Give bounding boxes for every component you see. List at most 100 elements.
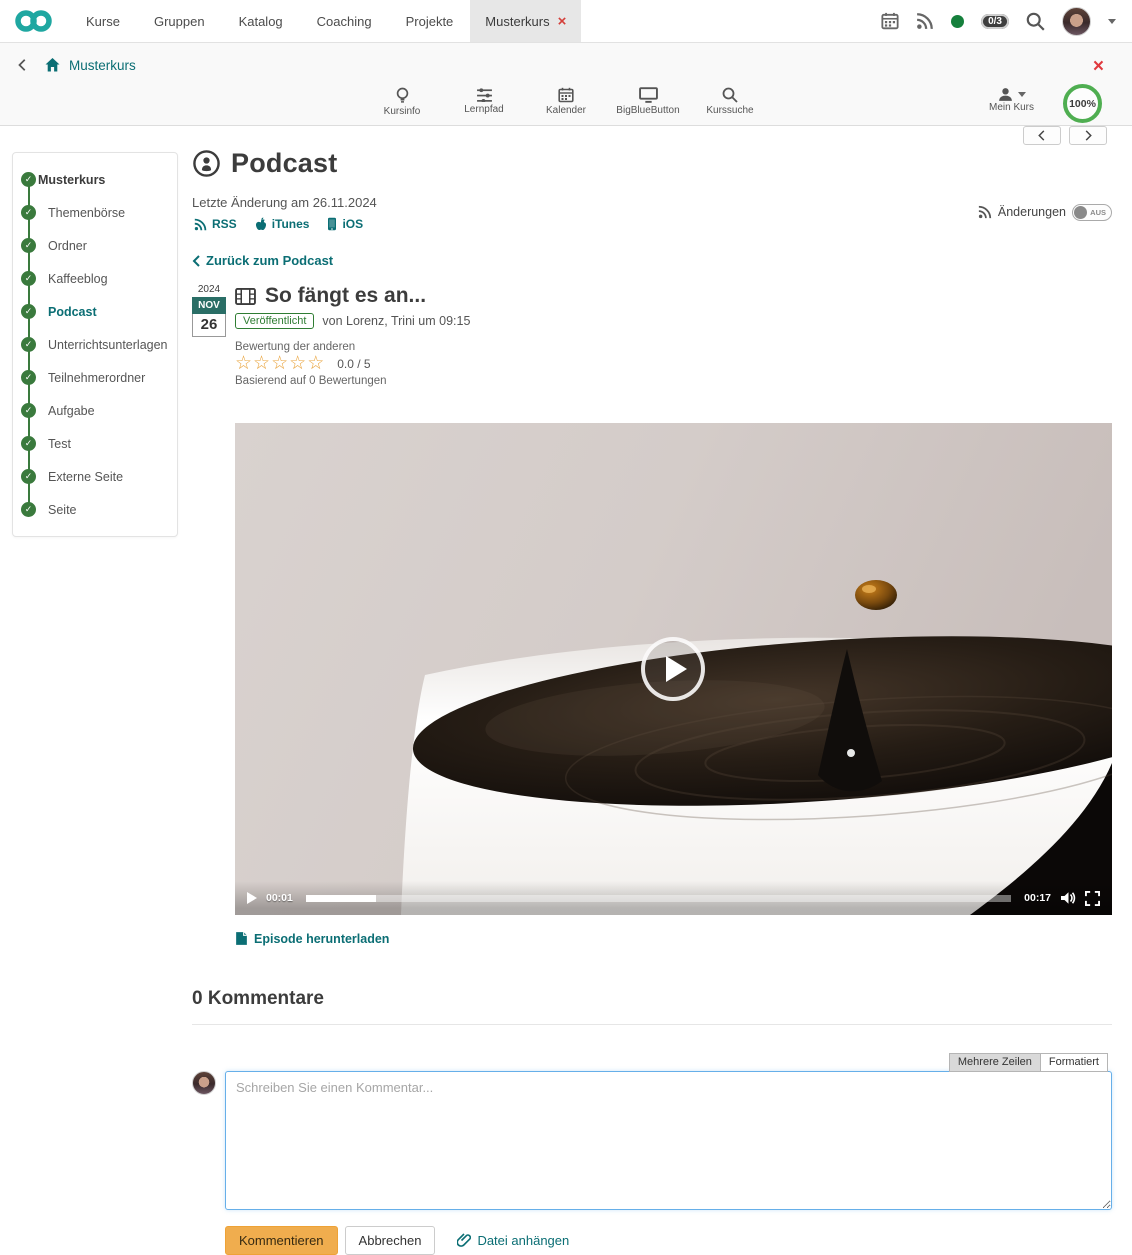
sidebar-item-musterkurs[interactable]: ✓Musterkurs (13, 163, 171, 196)
attach-file-link[interactable]: Datei anhängen (457, 1233, 569, 1248)
tool-label: Kursinfo (384, 106, 421, 117)
user-avatar[interactable] (1062, 7, 1091, 36)
close-course-icon[interactable]: × (1093, 57, 1104, 76)
rss-icon[interactable] (916, 12, 934, 30)
play-button[interactable] (247, 892, 257, 904)
feed-link-ios[interactable]: iOS (327, 217, 363, 231)
back-to-podcast-link[interactable]: Zurück zum Podcast (192, 253, 1112, 268)
nav-item-projekte[interactable]: Projekte (389, 0, 471, 42)
comment-tab-formatiert[interactable]: Formatiert (1040, 1053, 1108, 1072)
sidebar-item-themenb-rse[interactable]: ✓Themenbörse (13, 196, 171, 229)
tool-kalender[interactable]: Kalender (525, 87, 607, 117)
sidebar-item-unterrichtsunterlagen[interactable]: ✓Unterrichtsunterlagen (13, 328, 171, 361)
topnav-right-group: 0/3 (881, 0, 1132, 42)
sidebar-item-label: Themenbörse (48, 206, 125, 220)
tab-musterkurs[interactable]: Musterkurs × (470, 0, 581, 42)
feed-link-itunes[interactable]: iTunes (255, 217, 310, 231)
next-node-button[interactable] (1069, 126, 1107, 145)
apple-icon (255, 217, 267, 231)
home-icon[interactable] (44, 57, 61, 73)
episode-month: NOV (192, 297, 226, 314)
video-player[interactable]: 00:01 00:17 (235, 423, 1112, 915)
nav-item-coaching[interactable]: Coaching (300, 0, 389, 42)
sidebar-item-seite[interactable]: ✓Seite (13, 493, 171, 526)
comments-heading: 0 Kommentare (192, 988, 1112, 1025)
fullscreen-icon[interactable] (1085, 891, 1100, 906)
sidebar-item-aufgabe[interactable]: ✓Aufgabe (13, 394, 171, 427)
tool-kursinfo[interactable]: Kursinfo (361, 87, 443, 117)
course-toolbar: Kursinfo Lernpfad KalenderBigBlueButtonKur… (0, 87, 1132, 125)
count-badge[interactable]: 0/3 (981, 14, 1009, 29)
user-menu-caret-icon[interactable] (1108, 19, 1116, 24)
star-icon[interactable]: ☆ (289, 353, 307, 374)
back-chevron-icon[interactable] (16, 58, 30, 72)
sidebar-item-teilnehmerordner[interactable]: ✓Teilnehmerordner (13, 361, 171, 394)
seek-bar[interactable] (306, 895, 1011, 902)
nav-item-katalog[interactable]: Katalog (222, 0, 300, 42)
sidebar-item-externe-seite[interactable]: ✓Externe Seite (13, 460, 171, 493)
rating-stars[interactable]: ☆☆☆☆☆ (235, 354, 325, 374)
feed-link-rss[interactable]: RSS (194, 217, 237, 231)
nav-item-gruppen[interactable]: Gruppen (137, 0, 222, 42)
sidebar-item-label: Unterrichtsunterlagen (48, 338, 168, 352)
status-badge: Veröffentlicht (235, 313, 314, 329)
star-icon[interactable]: ☆ (271, 353, 289, 374)
feed-link-label: iOS (342, 217, 363, 231)
comment-submit-button[interactable]: Kommentieren (225, 1226, 338, 1255)
episode-byline: von Lorenz, Trini um 09:15 (322, 314, 470, 328)
feed-link-label: iTunes (272, 217, 310, 231)
mein-kurs-menu[interactable]: Mein Kurs (989, 87, 1034, 113)
comment-tab-mehrere-zeilen[interactable]: Mehrere Zeilen (949, 1053, 1040, 1072)
star-icon[interactable]: ☆ (235, 353, 253, 374)
episode-year: 2024 (192, 284, 226, 295)
tab-close-icon[interactable]: × (558, 14, 567, 29)
sidebar-item-ordner[interactable]: ✓Ordner (13, 229, 171, 262)
search-icon (722, 87, 738, 103)
sidebar-item-label: Kaffeeblog (48, 272, 108, 286)
infinity-logo-icon (13, 8, 54, 34)
calendar-icon[interactable] (881, 12, 899, 30)
main-menu: KurseGruppenKatalogCoachingProjekte (69, 0, 470, 42)
volume-icon[interactable] (1060, 891, 1076, 905)
star-icon[interactable]: ☆ (307, 353, 325, 374)
file-icon (235, 931, 248, 946)
feed-link-label: RSS (212, 217, 237, 231)
tab-label: Musterkurs (485, 14, 549, 29)
sidebar-item-kaffeeblog[interactable]: ✓Kaffeeblog (13, 262, 171, 295)
play-overlay-button[interactable] (641, 637, 705, 701)
sidebar-item-label: Teilnehmerordner (48, 371, 145, 385)
tool-label: Lernpfad (464, 104, 503, 115)
back-link-label: Zurück zum Podcast (206, 253, 333, 268)
comment-input[interactable] (225, 1071, 1112, 1210)
seek-bar-fill (306, 895, 377, 902)
main-content: Podcast Letzte Änderung am 26.11.2024 RS… (192, 148, 1112, 1255)
sidebar-item-podcast[interactable]: ✓Podcast (13, 295, 171, 328)
calendar-icon (558, 87, 574, 103)
nav-item-kurse[interactable]: Kurse (69, 0, 137, 42)
podcast-icon (192, 149, 221, 178)
rating-basis: Basierend auf 0 Bewertungen (235, 375, 470, 387)
breadcrumb: Musterkurs × (0, 43, 1132, 87)
star-icon[interactable]: ☆ (253, 353, 271, 374)
download-episode-link[interactable]: Episode herunterladen (235, 931, 1112, 946)
status-dot (951, 15, 964, 28)
changes-toggle[interactable]: AUS (1072, 204, 1112, 221)
rating-block: Bewertung der anderen ☆☆☆☆☆ 0.0 / 5 Basi… (235, 341, 470, 387)
tool-lernpfad[interactable]: Lernpfad (443, 87, 525, 117)
check-circle-icon: ✓ (21, 304, 36, 319)
tool-bigbluebutton[interactable]: BigBlueButton (607, 87, 689, 117)
toggle-knob (1074, 206, 1087, 219)
rating-value: 0.0 / 5 (337, 357, 370, 371)
tool-kurssuche[interactable]: Kurssuche (689, 87, 771, 117)
previous-node-button[interactable] (1023, 126, 1061, 145)
film-icon (235, 288, 256, 305)
search-icon[interactable] (1026, 12, 1045, 31)
comment-cancel-button[interactable]: Abbrechen (345, 1226, 436, 1255)
comment-format-tabs: Mehrere ZeilenFormatiert (192, 1053, 1112, 1072)
course-progress-badge[interactable]: 100% (1063, 84, 1102, 123)
brand-logo[interactable] (0, 0, 69, 42)
check-circle-icon: ✓ (21, 403, 36, 418)
breadcrumb-course-link[interactable]: Musterkurs (69, 58, 136, 73)
sidebar-item-test[interactable]: ✓Test (13, 427, 171, 460)
check-circle-icon: ✓ (21, 469, 36, 484)
